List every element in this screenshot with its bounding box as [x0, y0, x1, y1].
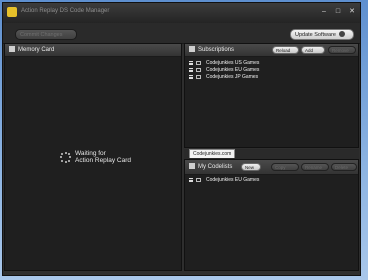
subscriptions-list: Codejunkies US Games Codejunkies EU Game… — [189, 59, 356, 80]
folder-icon — [196, 60, 201, 65]
subscriptions-header: Subscriptions Reload Add Remove — [185, 44, 358, 57]
commit-changes-label: Commit Changes — [20, 32, 63, 38]
maximize-button[interactable]: □ — [334, 7, 342, 16]
list-item[interactable]: Codejunkies US Games — [189, 59, 356, 66]
expand-icon[interactable] — [189, 177, 193, 182]
app-icon — [7, 7, 17, 17]
minimize-button[interactable]: – — [320, 7, 328, 16]
tab-strip: Codejunkies.com — [184, 149, 359, 159]
memory-card-header: Memory Card — [5, 44, 181, 57]
delete-codelist-button[interactable]: Delete — [331, 163, 357, 171]
remove-subscription-button[interactable]: Remove — [328, 46, 356, 54]
subscriptions-panel: Subscriptions Reload Add Remove Codejunk… — [184, 43, 359, 148]
waiting-status: Waiting for Action Replay Card — [60, 150, 131, 164]
codelists-panel: My Codelists New Copy Rename Delete Code… — [184, 159, 359, 271]
loading-spinner-icon — [60, 151, 71, 163]
memory-card-title: Memory Card — [18, 47, 55, 53]
memory-card-icon — [9, 46, 15, 52]
expand-icon[interactable] — [189, 60, 193, 65]
close-button[interactable]: ✕ — [348, 7, 356, 16]
window-title: Action Replay DS Code Manager — [21, 8, 110, 14]
add-subscription-button[interactable]: Add — [301, 46, 325, 54]
waiting-line-2: Action Replay Card — [75, 157, 131, 164]
codelists-header: My Codelists New Copy Rename Delete — [185, 160, 358, 175]
list-item[interactable]: Codejunkies EU Games — [189, 176, 356, 183]
update-software-button[interactable]: Update Software — [290, 29, 354, 40]
waiting-line-1: Waiting for — [75, 150, 106, 157]
folder-icon — [196, 177, 201, 182]
codelist-icon — [189, 163, 195, 169]
title-bar: Action Replay DS Code Manager – □ ✕ — [3, 3, 360, 23]
codelists-title: My Codelists — [198, 164, 233, 170]
subscriptions-title: Subscriptions — [198, 47, 235, 53]
list-item-label: Codejunkies EU Games — [206, 176, 260, 183]
list-item-label: Codejunkies EU Games — [206, 66, 260, 73]
memory-card-panel: Memory Card Waiting for Action Replay Ca… — [4, 43, 182, 271]
new-codelist-button[interactable]: New — [241, 163, 261, 171]
update-software-label: Update Software — [295, 32, 336, 38]
list-item[interactable]: Codejunkies EU Games — [189, 66, 356, 73]
commit-changes-button[interactable]: Commit Changes — [15, 29, 77, 40]
refresh-icon — [338, 31, 345, 37]
list-item-label: Codejunkies JP Games — [206, 73, 259, 80]
folder-icon — [196, 74, 201, 79]
tab-codejunkies[interactable]: Codejunkies.com — [189, 149, 236, 158]
reload-button[interactable]: Reload — [272, 46, 299, 54]
rss-icon — [189, 46, 195, 52]
codelists-list: Codejunkies EU Games — [189, 176, 356, 183]
rename-codelist-button[interactable]: Rename — [301, 163, 329, 171]
copy-codelist-button[interactable]: Copy — [271, 163, 299, 171]
expand-icon[interactable] — [189, 67, 193, 72]
folder-icon — [196, 67, 201, 72]
expand-icon[interactable] — [189, 74, 193, 79]
list-item[interactable]: Codejunkies JP Games — [189, 73, 356, 80]
list-item-label: Codejunkies US Games — [206, 59, 260, 66]
window-controls: – □ ✕ — [320, 7, 356, 16]
